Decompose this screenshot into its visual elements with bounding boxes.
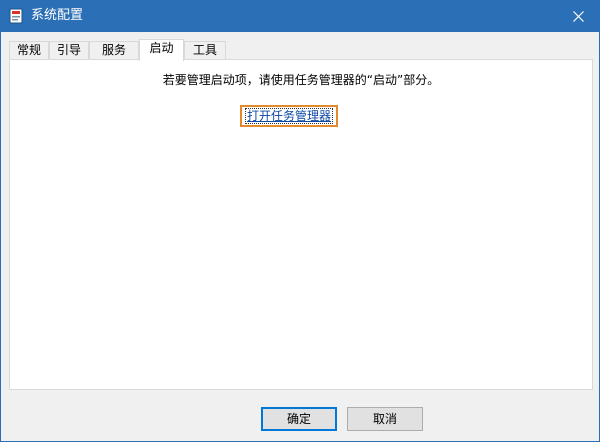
- tab-boot[interactable]: 引导: [49, 41, 89, 60]
- footer-divider: [1, 397, 599, 398]
- close-button[interactable]: [559, 1, 599, 32]
- startup-panel: 若要管理启动项，请使用任务管理器的“启动”部分。 打开任务管理器: [9, 59, 593, 390]
- startup-message: 若要管理启动项，请使用任务管理器的“启动”部分。: [162, 73, 440, 87]
- close-icon: [573, 11, 584, 22]
- tab-tools[interactable]: 工具: [184, 41, 226, 60]
- cancel-button[interactable]: 取消: [347, 407, 423, 431]
- tab-general[interactable]: 常规: [9, 41, 49, 60]
- tab-services[interactable]: 服务: [89, 41, 139, 60]
- window-title: 系统配置: [31, 8, 84, 23]
- open-task-manager-link[interactable]: 打开任务管理器: [244, 108, 333, 124]
- tab-startup[interactable]: 启动: [139, 39, 184, 61]
- link-highlight: 打开任务管理器: [240, 105, 338, 127]
- tab-strip: 常规 引导 服务 启动 工具: [9, 39, 593, 61]
- title-bar[interactable]: 系统配置: [1, 1, 599, 32]
- system-configuration-window: 系统配置 常规 引导 服务 启动 工具 若要管理启动项，请使用任务管理器的“启动…: [0, 0, 600, 442]
- ok-button[interactable]: 确定: [261, 407, 337, 431]
- msconfig-icon: [9, 8, 23, 24]
